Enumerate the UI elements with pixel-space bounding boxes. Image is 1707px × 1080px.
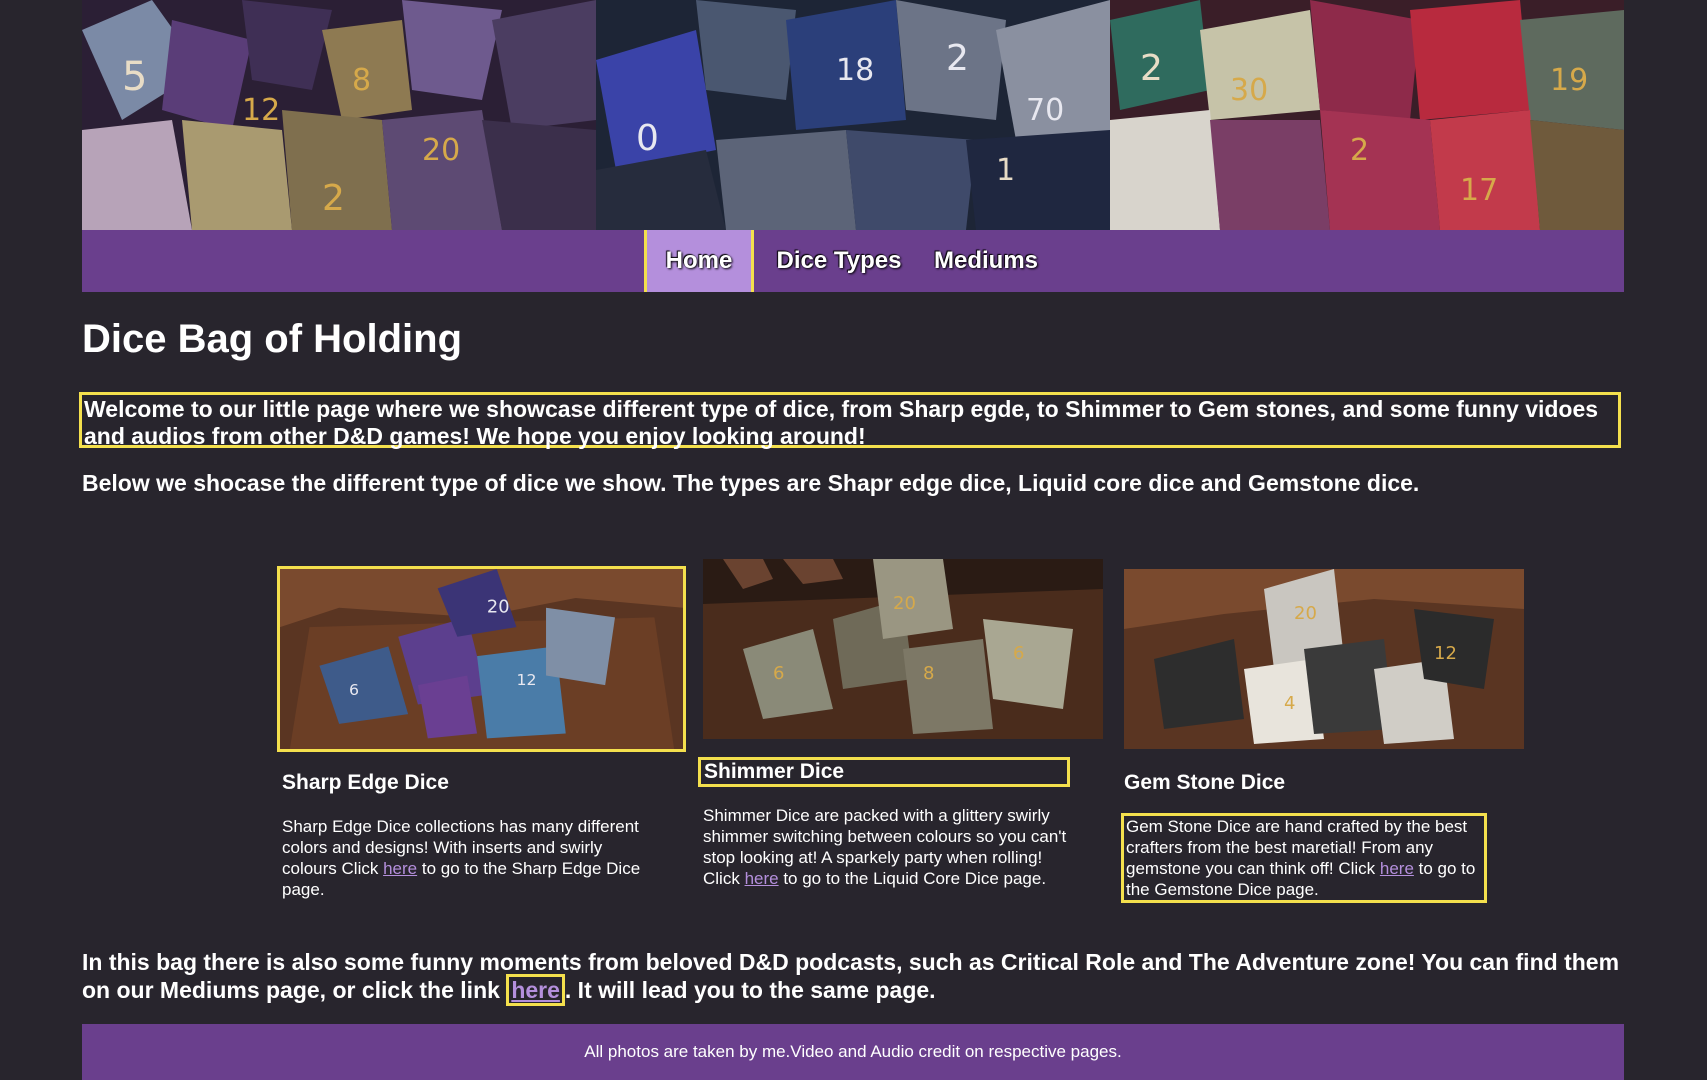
svg-text:2: 2 bbox=[946, 38, 969, 79]
svg-text:20: 20 bbox=[1294, 603, 1317, 624]
sharp-edge-dice-title: Sharp Edge Dice bbox=[282, 771, 449, 794]
shimmer-dice-description: Shimmer Dice are packed with a glittery … bbox=[703, 805, 1073, 889]
nav-home-link[interactable]: Home bbox=[644, 230, 754, 292]
svg-text:30: 30 bbox=[1230, 73, 1268, 108]
banner-photo-right: 2 30 2 17 19 bbox=[1110, 0, 1624, 230]
svg-text:70: 70 bbox=[1026, 93, 1064, 128]
gem-stone-dice-image[interactable]: 20 4 12 bbox=[1124, 569, 1524, 749]
svg-text:6: 6 bbox=[773, 663, 784, 684]
banner-image: 5 12 8 2 20 0 18 2 1 70 2 30 2 17 19 bbox=[82, 0, 1624, 230]
svg-text:20: 20 bbox=[487, 598, 510, 618]
shimmer-dice-text-end: to go to the Liquid Core Dice page. bbox=[778, 869, 1047, 888]
svg-text:20: 20 bbox=[422, 133, 460, 168]
page-title: Dice Bag of Holding bbox=[82, 317, 462, 361]
gem-stone-dice-description: Gem Stone Dice are hand crafted by the b… bbox=[1121, 813, 1487, 903]
sharp-edge-dice-image[interactable]: 20 6 12 bbox=[277, 566, 686, 752]
svg-text:1: 1 bbox=[996, 153, 1015, 188]
svg-text:5: 5 bbox=[122, 54, 147, 100]
nav-bar: Home Dice Types Mediums bbox=[82, 230, 1624, 292]
sharp-edge-dice-description: Sharp Edge Dice collections has many dif… bbox=[282, 816, 652, 900]
svg-text:12: 12 bbox=[516, 671, 536, 689]
shimmer-dice-image[interactable]: 6 20 8 6 bbox=[703, 559, 1103, 739]
banner-photo-middle: 0 18 2 1 70 bbox=[596, 0, 1110, 230]
nav-dice-types-link[interactable]: Dice Types bbox=[764, 230, 914, 292]
svg-text:12: 12 bbox=[1434, 643, 1457, 664]
page: 5 12 8 2 20 0 18 2 1 70 2 30 2 17 19 Hom… bbox=[0, 0, 1707, 1080]
svg-text:8: 8 bbox=[923, 663, 934, 684]
dice-types-summary: Below we shocase the different type of d… bbox=[82, 470, 1420, 496]
svg-text:12: 12 bbox=[242, 93, 280, 128]
svg-text:17: 17 bbox=[1460, 173, 1498, 208]
svg-text:18: 18 bbox=[836, 53, 874, 88]
footer-credit-text: All photos are taken by me.Video and Aud… bbox=[584, 1042, 1122, 1061]
svg-text:20: 20 bbox=[893, 593, 916, 614]
nav-mediums-link[interactable]: Mediums bbox=[928, 230, 1044, 292]
svg-text:0: 0 bbox=[636, 118, 659, 159]
svg-text:2: 2 bbox=[1140, 48, 1163, 89]
svg-text:2: 2 bbox=[322, 178, 345, 219]
mediums-paragraph: In this bag there is also some funny mom… bbox=[82, 948, 1622, 1006]
intro-paragraph: Welcome to our little page where we show… bbox=[79, 392, 1621, 449]
shimmer-dice-link[interactable]: here bbox=[745, 869, 779, 888]
mediums-link[interactable]: here bbox=[506, 974, 565, 1006]
svg-text:4: 4 bbox=[1284, 693, 1295, 714]
gem-stone-dice-title: Gem Stone Dice bbox=[1124, 771, 1286, 794]
banner-photo-left: 5 12 8 2 20 bbox=[82, 0, 596, 230]
svg-text:2: 2 bbox=[1350, 133, 1369, 168]
shimmer-dice-title: Shimmer Dice bbox=[698, 757, 1070, 787]
svg-text:8: 8 bbox=[352, 63, 371, 98]
svg-text:6: 6 bbox=[1013, 643, 1024, 664]
footer: All photos are taken by me.Video and Aud… bbox=[82, 1024, 1624, 1080]
svg-text:19: 19 bbox=[1550, 63, 1588, 98]
sharp-edge-dice-link[interactable]: here bbox=[383, 859, 417, 878]
mediums-text-end: . It will lead you to the same page. bbox=[564, 977, 936, 1003]
gem-stone-dice-link[interactable]: here bbox=[1380, 859, 1414, 878]
svg-text:6: 6 bbox=[349, 681, 359, 699]
